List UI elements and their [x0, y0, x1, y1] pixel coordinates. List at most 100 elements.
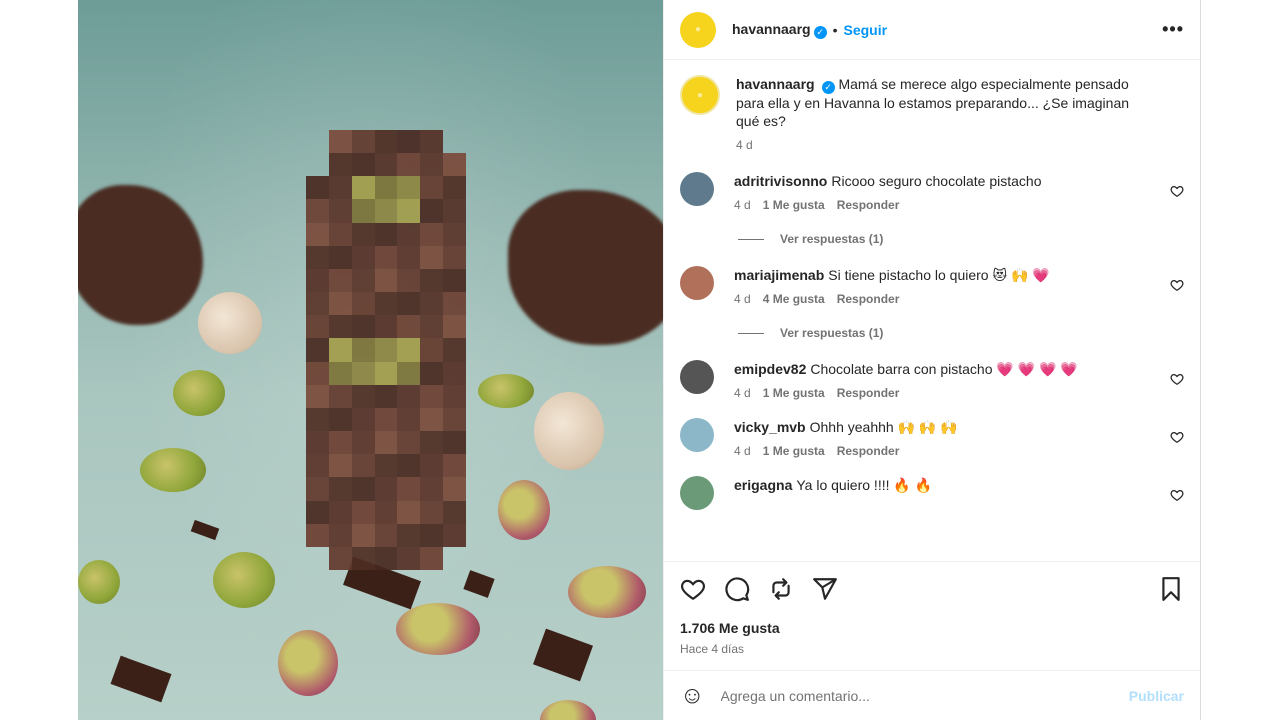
comment-likes[interactable]: 4 Me gusta	[763, 292, 825, 306]
pistachio-shell	[534, 392, 604, 470]
view-replies-button[interactable]: Ver respuestas (1)	[738, 232, 1184, 246]
more-options-icon[interactable]: •••	[1162, 19, 1184, 40]
pistachio-kernel	[396, 603, 480, 655]
comments-list[interactable]: ● havannaarg ✓ Mamá se merece algo especi…	[664, 61, 1200, 561]
comment-likes[interactable]: 1 Me gusta	[763, 444, 825, 458]
bar-pixel	[374, 500, 398, 524]
view-replies-button[interactable]: Ver respuestas (1)	[738, 326, 1184, 340]
bar-pixel	[397, 130, 421, 154]
view-replies-label[interactable]: Ver respuestas (1)	[780, 326, 883, 340]
bar-pixel	[397, 454, 421, 478]
bar-pixel	[443, 500, 466, 524]
like-comment-heart-icon[interactable]	[1170, 372, 1184, 386]
bar-pixel	[306, 500, 329, 524]
bar-pixel	[443, 361, 466, 385]
bar-pixel	[420, 477, 444, 501]
comment-username[interactable]: adritrivisonno	[734, 173, 827, 189]
comment-input[interactable]	[720, 687, 1129, 704]
bar-pixel	[397, 477, 421, 501]
like-comment-heart-icon[interactable]	[1170, 184, 1184, 198]
bar-pixel	[351, 477, 375, 501]
bar-pixel	[351, 500, 375, 524]
profile-avatar[interactable]: ●	[680, 11, 716, 48]
replies-line	[738, 238, 764, 240]
comment-username[interactable]: erigagna	[734, 477, 792, 493]
bar-pixel	[306, 176, 329, 200]
bar-pixel	[397, 500, 421, 524]
bar-pixel	[351, 268, 375, 293]
comment-avatar[interactable]	[680, 266, 714, 300]
add-comment-bar: ☺ Publicar	[664, 670, 1200, 720]
bar-pixel	[443, 454, 466, 478]
bar-pixel	[397, 407, 421, 432]
comment-username[interactable]: mariajimenab	[734, 267, 824, 283]
reply-button[interactable]: Responder	[837, 444, 900, 458]
comment-avatar[interactable]	[680, 360, 714, 394]
pixelated-chocolate-bar	[306, 130, 466, 570]
username-text[interactable]: havannaarg	[732, 21, 811, 37]
publish-button[interactable]: Publicar	[1129, 688, 1184, 704]
bar-pixel	[328, 176, 352, 200]
bar-pixel	[351, 384, 375, 408]
bar-pixel	[420, 315, 444, 339]
post-image[interactable]	[78, 0, 663, 720]
bar-pixel	[374, 523, 398, 547]
bar-pixel	[351, 222, 375, 246]
bar-pixel	[374, 268, 398, 293]
comment-username[interactable]: vicky_mvb	[734, 419, 806, 435]
verified-icon: ✓	[821, 81, 835, 94]
bar-pixel	[397, 546, 421, 570]
comment-row: vicky_mvb Ohhh yeahhh 🙌 🙌 🙌 4 d 1 Me gusta…	[680, 418, 1184, 458]
repost-icon[interactable]	[768, 576, 794, 602]
separator-dot: •	[832, 21, 838, 38]
reply-button[interactable]: Responder	[837, 292, 900, 306]
bar-pixel	[306, 454, 329, 478]
comment-username[interactable]: emipdev82	[734, 361, 806, 377]
bar-pixel	[351, 292, 375, 316]
comment-avatar[interactable]	[680, 172, 714, 206]
bar-pixel	[328, 130, 352, 154]
bar-pixel	[351, 199, 375, 223]
emoji-icon[interactable]: ☺	[680, 683, 705, 708]
bar-pixel	[443, 153, 466, 177]
bar-pixel	[374, 338, 398, 362]
comment-row: adritrivisonno Ricooo seguro chocolate pi…	[680, 172, 1184, 212]
share-send-icon[interactable]	[812, 576, 838, 602]
bar-pixel	[306, 384, 329, 408]
header-username[interactable]: havannaarg ✓	[732, 21, 827, 39]
reply-button[interactable]: Responder	[837, 386, 900, 400]
bar-pixel	[397, 268, 421, 293]
like-comment-heart-icon[interactable]	[1170, 488, 1184, 502]
like-comment-heart-icon[interactable]	[1170, 430, 1184, 444]
follow-button[interactable]: Seguir	[844, 22, 888, 38]
bar-pixel	[328, 338, 352, 362]
post-actions: 1.706 Me gusta Hace 4 días	[664, 561, 1200, 656]
bar-pixel	[443, 199, 466, 223]
like-heart-icon[interactable]	[680, 576, 706, 602]
bar-pixel	[374, 292, 398, 316]
bar-pixel	[328, 407, 352, 432]
comment-row: mariajimenab Si tiene pistacho lo quiero …	[680, 266, 1184, 306]
comment-bubble-icon[interactable]	[724, 576, 750, 602]
caption-username[interactable]: havannaarg	[736, 76, 815, 92]
pistachio-kernel	[78, 560, 120, 604]
bar-pixel	[328, 361, 352, 385]
comment-likes[interactable]: 1 Me gusta	[763, 198, 825, 212]
caption-text-block: havannaarg ✓ Mamá se merece algo especial…	[736, 75, 1154, 130]
like-comment-heart-icon[interactable]	[1170, 278, 1184, 292]
action-icons-row	[680, 576, 1184, 602]
comment-avatar[interactable]	[680, 418, 714, 452]
bar-pixel	[397, 384, 421, 408]
bar-pixel	[374, 407, 398, 432]
likes-count[interactable]: 1.706 Me gusta	[680, 620, 1184, 636]
bar-pixel	[420, 523, 444, 547]
save-bookmark-icon[interactable]	[1158, 576, 1184, 602]
reply-button[interactable]: Responder	[837, 198, 900, 212]
verified-icon: ✓	[813, 25, 827, 39]
view-replies-label[interactable]: Ver respuestas (1)	[780, 232, 883, 246]
bar-pixel	[328, 268, 352, 293]
caption-avatar[interactable]: ●	[680, 75, 720, 115]
comment-avatar[interactable]	[680, 476, 714, 510]
bar-pixel	[328, 292, 352, 316]
comment-likes[interactable]: 1 Me gusta	[763, 386, 825, 400]
